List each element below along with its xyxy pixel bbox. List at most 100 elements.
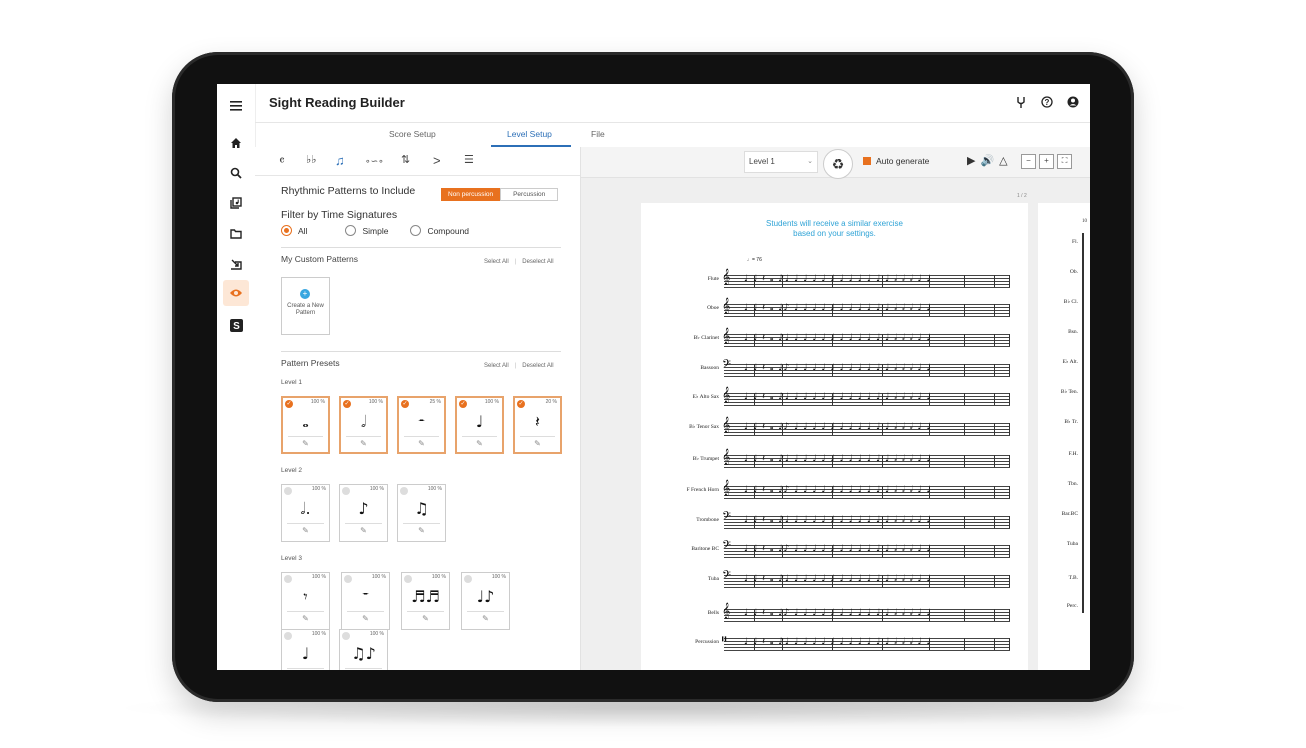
filter-all-radio[interactable]: All xyxy=(281,225,307,236)
tempo-marking: ♩= 76 xyxy=(747,257,762,263)
tab-level-setup[interactable]: Level Setup xyxy=(507,129,552,139)
edit-pencil-icon[interactable]: ✎ xyxy=(462,614,509,623)
pattern-card[interactable]: 100 % ♩♪ ✎ xyxy=(461,572,510,630)
settings-icon[interactable]: ☰ xyxy=(464,153,474,166)
key-signature-icon[interactable]: ♭♭ xyxy=(306,153,316,166)
pattern-card[interactable]: ✓ 20 % 𝄽 ✎ xyxy=(513,396,562,454)
barline xyxy=(1009,486,1010,498)
edit-pencil-icon[interactable]: ✎ xyxy=(341,439,386,448)
fullscreen-button[interactable]: ⛶ xyxy=(1057,154,1072,169)
pattern-card[interactable]: 100 % 𝅗𝅥. ✎ xyxy=(281,484,330,542)
staff-line xyxy=(724,554,1010,555)
pattern-card[interactable]: 100 % ♫ ✎ xyxy=(397,484,446,542)
time-signature-icon[interactable]: 𝄴 xyxy=(279,153,285,169)
pattern-card[interactable]: ✓ 25 % 𝄼 ✎ xyxy=(397,396,446,454)
instrument-abbrev-label: Fl. xyxy=(1072,239,1078,245)
staff-line xyxy=(724,346,1010,347)
filter-simple-radio[interactable]: Simple xyxy=(345,225,388,236)
tab-score-setup[interactable]: Score Setup xyxy=(389,129,436,139)
pattern-card[interactable]: 100 % 𝄻 ✎ xyxy=(341,572,390,630)
card-divider xyxy=(345,523,382,524)
unchecked-icon[interactable] xyxy=(464,575,472,583)
edit-pencil-icon[interactable]: ✎ xyxy=(340,526,387,535)
eye-icon[interactable] xyxy=(223,280,249,306)
create-pattern-card[interactable]: + Create a New Pattern xyxy=(281,277,330,335)
articulation-icon[interactable]: ⇅ xyxy=(401,153,410,166)
edit-pencil-icon[interactable]: ✎ xyxy=(342,614,389,623)
pattern-card[interactable]: 100 % ♬♬ ✎ xyxy=(401,572,450,630)
generate-button[interactable]: ♻ xyxy=(823,149,853,179)
zoom-in-button[interactable]: + xyxy=(1039,154,1054,169)
home-icon[interactable] xyxy=(226,133,246,153)
rhythm-icon[interactable]: ♫ xyxy=(335,153,345,168)
pattern-card[interactable]: ✓ 100 % ♩ ✎ xyxy=(455,396,504,454)
help-icon[interactable]: ? xyxy=(1040,95,1054,109)
folder-icon[interactable] xyxy=(226,223,246,243)
library-icon[interactable] xyxy=(226,193,246,213)
assign-icon[interactable] xyxy=(226,254,246,274)
card-divider xyxy=(462,436,497,437)
unchecked-icon[interactable] xyxy=(344,575,352,583)
unchecked-icon[interactable] xyxy=(284,487,292,495)
tab-file[interactable]: File xyxy=(591,129,605,139)
zoom-out-button[interactable]: − xyxy=(1021,154,1036,169)
percussion-option[interactable]: Percussion xyxy=(500,188,559,201)
edit-pencil-icon[interactable]: ✎ xyxy=(283,439,328,448)
barline xyxy=(994,486,995,498)
s-logo-icon[interactable]: S xyxy=(226,315,246,335)
check-icon[interactable]: ✓ xyxy=(517,400,525,408)
staff: 𝄞 ♩ ♩ 𝄽 𝅝 ♩♪ ♩ ♩ ♩ ♩ ♩ ♩ ♩ ♩ ♩ ♩ ♩ 𝅗𝅥 𝅗𝅥 … xyxy=(722,298,1010,317)
menu-icon[interactable] xyxy=(226,96,246,116)
staff-line xyxy=(724,373,1010,374)
presets-select-all-link[interactable]: Select All xyxy=(484,363,509,369)
non-percussion-option[interactable]: Non percussion xyxy=(441,188,501,201)
level-dropdown[interactable]: Level 1 ⌄ xyxy=(744,151,818,173)
pattern-card[interactable]: 100 % ♪ ✎ xyxy=(339,484,388,542)
pattern-card[interactable]: 100 %♩✎ xyxy=(281,629,330,670)
edit-pencil-icon[interactable]: ✎ xyxy=(515,439,560,448)
dynamics-icon[interactable]: > xyxy=(433,153,441,168)
instrument-abbrev-label: Ob. xyxy=(1069,269,1078,275)
play-icon[interactable]: ▶ xyxy=(967,154,975,167)
edit-pencil-icon[interactable]: ✎ xyxy=(457,439,502,448)
pattern-card[interactable]: 100 % 𝄾 ✎ xyxy=(281,572,330,630)
edit-pencil-icon[interactable]: ✎ xyxy=(398,526,445,535)
notice-line-2: based on your settings. xyxy=(793,229,876,238)
check-icon[interactable]: ✓ xyxy=(401,400,409,408)
pattern-card[interactable]: ✓ 100 % 𝅝 ✎ xyxy=(281,396,330,454)
staff-line xyxy=(724,618,1010,619)
check-icon[interactable]: ✓ xyxy=(285,400,293,408)
staff-notes: ♩ ♩ 𝄽 𝅝 ♪♩ ♩ ♩ ♩ ♩ ♩ ♩ ♩ ♩ ♩ ♩ ♩ 𝅗𝅥 𝅗𝅥 𝅗… xyxy=(744,333,932,343)
melody-icon[interactable]: ∘∽∘ xyxy=(365,156,384,167)
filter-compound-radio[interactable]: Compound xyxy=(410,225,469,236)
pattern-card[interactable]: ✓ 100 % 𝅗𝅥 ✎ xyxy=(339,396,388,454)
custom-select-all-link[interactable]: Select All xyxy=(484,259,509,265)
auto-generate-toggle[interactable]: Auto generate xyxy=(863,156,929,166)
unchecked-icon[interactable] xyxy=(342,487,350,495)
rhythm-pattern-notation: ♫♪ xyxy=(351,644,376,663)
metronome-icon[interactable]: △ xyxy=(999,154,1007,167)
custom-deselect-all-link[interactable]: Deselect All xyxy=(522,259,553,265)
search-icon[interactable] xyxy=(226,163,246,183)
edit-pencil-icon[interactable]: ✎ xyxy=(282,526,329,535)
pattern-card[interactable]: 100 %♫♪✎ xyxy=(339,629,388,670)
unchecked-icon[interactable] xyxy=(284,632,292,640)
unchecked-icon[interactable] xyxy=(400,487,408,495)
tuning-fork-icon[interactable] xyxy=(1014,95,1028,109)
rhythm-pattern-notation: ♩ xyxy=(475,412,484,431)
edit-pencil-icon[interactable]: ✎ xyxy=(282,614,329,623)
unchecked-icon[interactable] xyxy=(404,575,412,583)
check-icon[interactable]: ✓ xyxy=(459,400,467,408)
check-icon[interactable]: ✓ xyxy=(343,400,351,408)
unchecked-icon[interactable] xyxy=(284,575,292,583)
barline xyxy=(964,334,965,346)
account-icon[interactable] xyxy=(1066,95,1080,109)
rhythm-pattern-notation: ♫ xyxy=(414,499,429,518)
presets-deselect-all-link[interactable]: Deselect All xyxy=(522,363,553,369)
edit-pencil-icon[interactable]: ✎ xyxy=(402,614,449,623)
edit-pencil-icon[interactable]: ✎ xyxy=(399,439,444,448)
staff-notes: ♩ ♩ 𝄽 𝅝 ♩♪ ♩ ♩ ♩ ♩ ♩ ♩ ♩ ♩ ♩ ♩ ♩ 𝅗𝅥 𝅗𝅥 𝅗… xyxy=(744,485,932,495)
volume-icon[interactable]: 🔊 xyxy=(980,154,994,167)
unchecked-icon[interactable] xyxy=(342,632,350,640)
barline xyxy=(1009,609,1010,621)
